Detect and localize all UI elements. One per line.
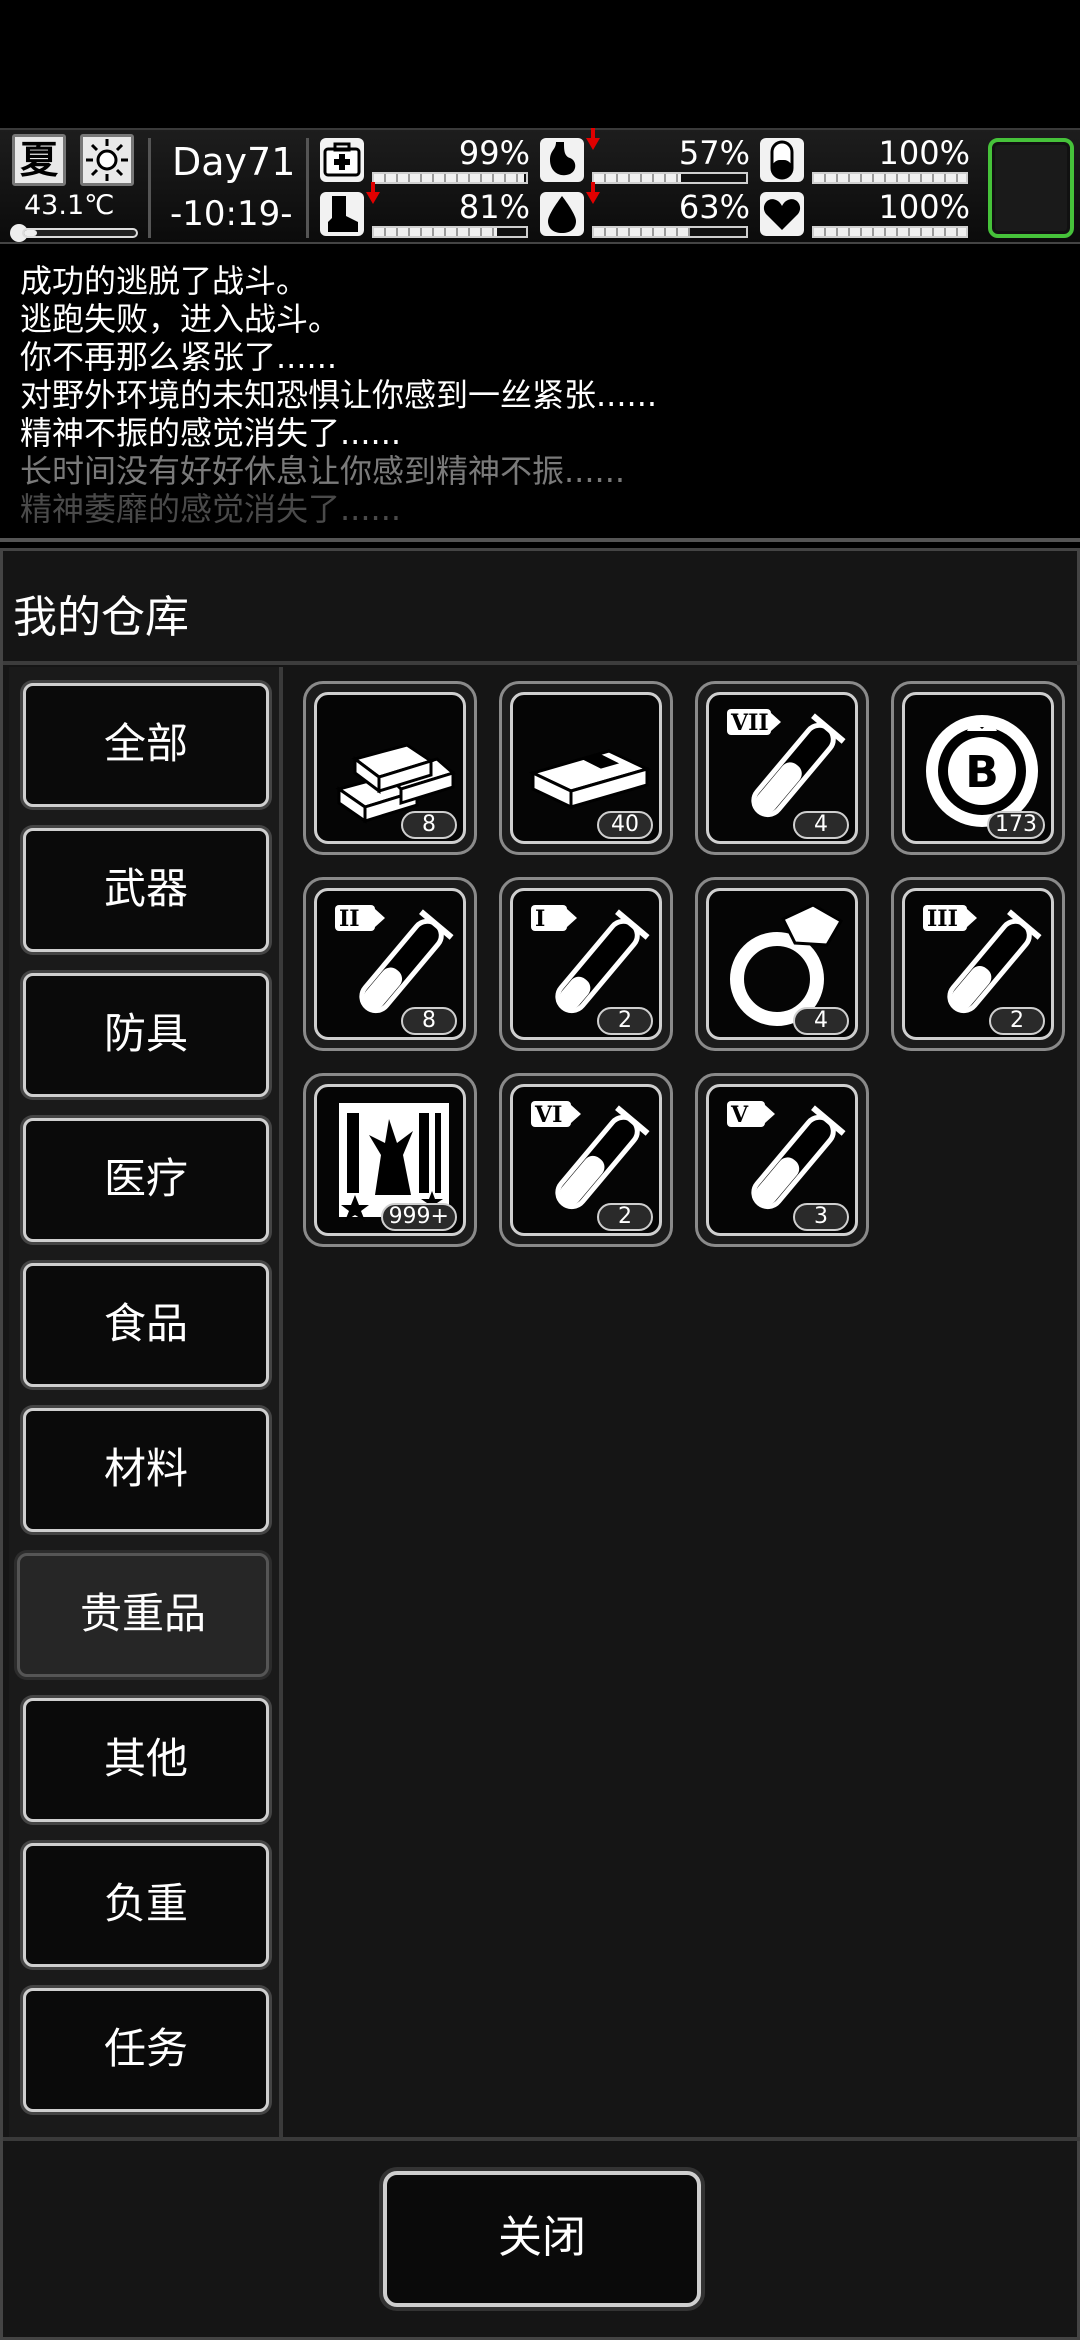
item-slot[interactable]: VII 4	[695, 681, 869, 855]
temperature-text: 43.1℃	[24, 190, 115, 221]
heart-icon	[760, 192, 804, 236]
item-count: 2	[989, 1007, 1045, 1035]
item-count: 40	[597, 811, 653, 839]
divider	[3, 661, 1080, 665]
item-count: 173	[987, 811, 1045, 839]
stat-health: 99%	[320, 134, 540, 186]
item-grid: 8 40 VII 4 B 173 II 8 I 2 4 III 2 999+ V…	[303, 681, 1080, 2131]
divider	[0, 538, 1080, 542]
stat-bar	[812, 226, 968, 238]
stat-value: 99%	[458, 134, 530, 172]
category-tab-weapons[interactable]: 武器	[23, 828, 269, 952]
tier-label: II	[339, 906, 360, 932]
item-slot[interactable]: V 3	[695, 1073, 869, 1247]
tier-label: V	[730, 1102, 749, 1128]
medkit-icon	[320, 138, 364, 182]
log-line: 逃跑失败，进入战斗。	[20, 300, 341, 338]
thermometer-icon	[10, 224, 138, 242]
item-count: 2	[597, 1203, 653, 1231]
item-count: 4	[793, 811, 849, 839]
stat-value: 100%	[878, 188, 970, 226]
boot-icon	[320, 192, 364, 236]
item-count: 2	[597, 1007, 653, 1035]
item-count: 999+	[380, 1203, 457, 1231]
item-slot[interactable]: 4	[695, 877, 869, 1051]
sun-icon	[80, 134, 134, 186]
item-count: 8	[401, 1007, 457, 1035]
item-slot[interactable]: B 173	[891, 681, 1065, 855]
stat-value: 63%	[678, 188, 750, 226]
close-button[interactable]: 关闭	[383, 2171, 701, 2307]
clock-time: -10:19-	[170, 194, 293, 234]
category-tab-other[interactable]: 其他	[23, 1698, 269, 1822]
category-tab-materials[interactable]: 材料	[23, 1408, 269, 1532]
stat-value: 81%	[458, 188, 530, 226]
category-tab-medical[interactable]: 医疗	[23, 1118, 269, 1242]
season-badge: 夏	[12, 134, 66, 186]
item-slot[interactable]: VI 2	[499, 1073, 673, 1247]
category-tab-valuables[interactable]: 贵重品	[17, 1553, 269, 1677]
log-line: 你不再那么紧张了......	[20, 338, 338, 376]
log-line: 精神不振的感觉消失了......	[20, 414, 402, 452]
item-slot[interactable]: III 2	[891, 877, 1065, 1051]
stat-bar	[812, 172, 968, 184]
decrease-arrow-icon	[586, 182, 600, 204]
tier-label: VI	[534, 1102, 562, 1128]
stat-bar	[372, 172, 528, 184]
panel-title: 我的仓库	[13, 592, 189, 643]
item-slot[interactable]: 40	[499, 681, 673, 855]
stat-value: 100%	[878, 134, 970, 172]
svg-text:B: B	[965, 747, 999, 798]
item-slot[interactable]: II 8	[303, 877, 477, 1051]
stomach-icon	[540, 138, 584, 182]
stat-stamina: 81%	[320, 182, 540, 240]
category-tab-food[interactable]: 食品	[23, 1263, 269, 1387]
stat-mood: 100%	[760, 188, 980, 240]
warehouse-panel: 我的仓库 全部 武器 防具 医疗 食品 材料 贵重品 其他 负重 任务 8 40…	[0, 548, 1080, 2340]
tier-label: VII	[730, 710, 769, 736]
stat-bar	[372, 226, 528, 238]
day-counter: Day71	[172, 140, 296, 184]
message-log: 成功的逃脱了战斗。 逃跑失败，进入战斗。 你不再那么紧张了...... 对野外环…	[0, 262, 1080, 534]
item-count: 4	[793, 1007, 849, 1035]
status-bar: 夏 43.1℃ Day71 -10:19- 99% 57% 100% 81% 6…	[0, 128, 1080, 244]
item-count: 3	[793, 1203, 849, 1231]
stat-thirst: 63%	[540, 182, 760, 240]
stat-bar	[592, 172, 748, 184]
log-line: 长时间没有好好休息让你感到精神不振......	[20, 452, 626, 490]
category-tab-all[interactable]: 全部	[23, 683, 269, 807]
category-tab-load[interactable]: 负重	[23, 1843, 269, 1967]
log-line: 精神萎靡的感觉消失了......	[20, 490, 402, 528]
pill-icon	[760, 138, 804, 182]
stat-value: 57%	[678, 134, 750, 172]
item-slot[interactable]: 8	[303, 681, 477, 855]
decrease-arrow-icon	[366, 182, 380, 204]
equipment-slot[interactable]	[988, 138, 1074, 238]
category-tab-quests[interactable]: 任务	[23, 1988, 269, 2112]
water-drop-icon	[540, 192, 584, 236]
stat-hunger: 57%	[540, 128, 760, 186]
log-line: 成功的逃脱了战斗。	[20, 262, 309, 300]
decrease-arrow-icon	[586, 128, 600, 150]
category-sidebar[interactable]: 全部 武器 防具 医疗 食品 材料 贵重品 其他 负重 任务	[9, 667, 283, 2137]
divider	[148, 138, 151, 238]
log-line: 对野外环境的未知恐惧让你感到一丝紧张......	[20, 376, 658, 414]
stat-bar	[592, 226, 748, 238]
category-tab-armor[interactable]: 防具	[23, 973, 269, 1097]
item-slot[interactable]: 999+	[303, 1073, 477, 1247]
tier-label: I	[535, 906, 545, 932]
divider	[306, 138, 309, 238]
tier-label: III	[927, 906, 958, 932]
stat-mental: 100%	[760, 134, 980, 186]
divider	[3, 2137, 1080, 2141]
item-slot[interactable]: I 2	[499, 877, 673, 1051]
item-count: 8	[401, 811, 457, 839]
